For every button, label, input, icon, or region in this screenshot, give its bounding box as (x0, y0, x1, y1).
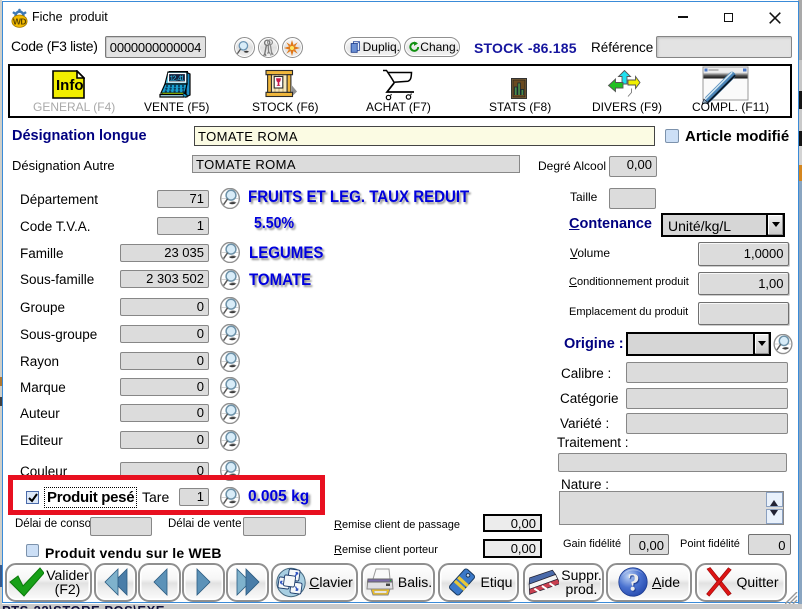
svg-text:?: ? (627, 570, 640, 597)
svg-text:Info: Info (56, 77, 84, 94)
svg-text:12.41: 12.41 (170, 76, 185, 84)
svg-text:WD: WD (13, 16, 27, 26)
